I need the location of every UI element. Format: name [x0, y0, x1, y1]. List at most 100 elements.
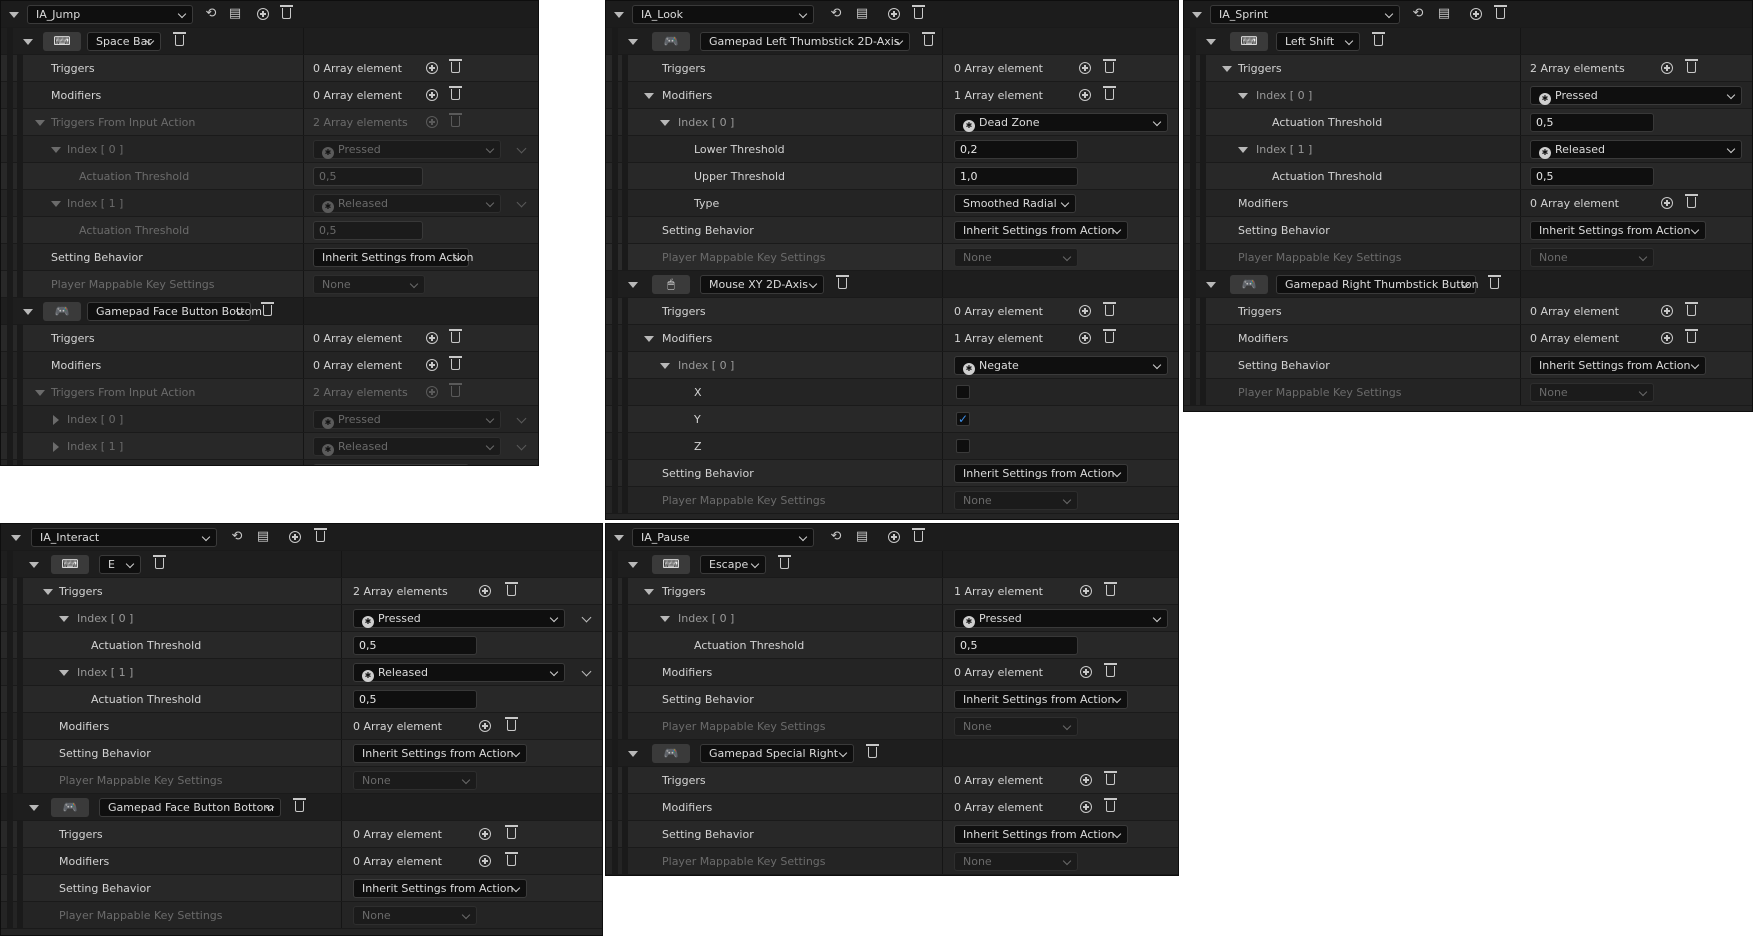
- browse-folder-icon[interactable]: ▤: [854, 529, 870, 545]
- chevron-down-icon[interactable]: [516, 413, 527, 424]
- expand-arrow-icon[interactable]: [35, 390, 45, 396]
- trigger-type-dropdown[interactable]: ✱ Released: [353, 663, 565, 682]
- browse-folder-icon[interactable]: ▤: [1436, 6, 1452, 22]
- delete-icon[interactable]: [293, 798, 306, 812]
- actuation-threshold-field[interactable]: 0,5: [1530, 113, 1654, 132]
- add-element-icon[interactable]: [1661, 332, 1673, 344]
- trigger-type-dropdown[interactable]: ✱ Released: [313, 194, 501, 213]
- delete-icon[interactable]: [912, 528, 925, 542]
- player-mappable-dropdown[interactable]: None: [954, 491, 1078, 510]
- lower-threshold-field[interactable]: 0,2: [954, 140, 1078, 159]
- setting-behavior-dropdown[interactable]: Inherit Settings from Action: [1530, 221, 1706, 240]
- expand-arrow-icon[interactable]: [35, 120, 45, 126]
- add-element-icon[interactable]: [426, 359, 438, 371]
- delete-icon[interactable]: [505, 582, 518, 596]
- input-action-dropdown[interactable]: IA_Jump: [27, 5, 193, 24]
- expand-arrow-icon[interactable]: [614, 535, 624, 541]
- expand-arrow-icon[interactable]: [51, 147, 61, 153]
- keyboard-icon[interactable]: ⌨: [51, 555, 89, 574]
- delete-icon[interactable]: [153, 555, 166, 569]
- add-element-icon[interactable]: [1661, 305, 1673, 317]
- expand-arrow-icon[interactable]: [23, 309, 33, 315]
- expand-arrow-icon[interactable]: [1238, 93, 1248, 99]
- delete-icon[interactable]: [1104, 798, 1117, 812]
- expand-arrow-icon[interactable]: [53, 415, 59, 425]
- expand-arrow-icon[interactable]: [53, 442, 59, 452]
- keyboard-icon[interactable]: ⌨: [1230, 32, 1268, 51]
- browse-back-icon[interactable]: ⟲: [203, 6, 219, 22]
- expand-arrow-icon[interactable]: [1222, 66, 1232, 72]
- setting-behavior-dropdown[interactable]: Inherit Settings from Action: [313, 248, 474, 267]
- expand-arrow-icon[interactable]: [43, 589, 53, 595]
- chevron-down-icon[interactable]: [516, 197, 527, 208]
- expand-arrow-icon[interactable]: [29, 805, 39, 811]
- y-checkbox[interactable]: ✓: [956, 412, 970, 426]
- modifier-type-dropdown[interactable]: ✱ Negate: [954, 356, 1168, 375]
- key-selector[interactable]: Left Shift: [1276, 32, 1360, 51]
- trigger-type-dropdown[interactable]: ✱ Pressed: [954, 609, 1168, 628]
- expand-arrow-icon[interactable]: [628, 39, 638, 45]
- key-selector[interactable]: E: [99, 555, 141, 574]
- delete-icon[interactable]: [449, 329, 462, 343]
- actuation-threshold-field[interactable]: 0,5: [353, 690, 477, 709]
- gamepad-icon[interactable]: 🎮: [1230, 275, 1268, 294]
- expand-arrow-icon[interactable]: [660, 616, 670, 622]
- key-selector[interactable]: Gamepad Face Button Bottom: [87, 302, 262, 321]
- delete-icon[interactable]: [280, 5, 293, 19]
- x-checkbox[interactable]: [956, 385, 970, 399]
- upper-threshold-field[interactable]: 1,0: [954, 167, 1078, 186]
- expand-arrow-icon[interactable]: [59, 616, 69, 622]
- chevron-down-icon[interactable]: [516, 440, 527, 451]
- delete-icon[interactable]: [1372, 32, 1385, 46]
- key-selector[interactable]: Escape: [700, 555, 766, 574]
- player-mappable-dropdown[interactable]: None: [1530, 248, 1654, 267]
- trigger-type-dropdown[interactable]: ✱ Pressed: [353, 609, 565, 628]
- gamepad-icon[interactable]: 🎮: [652, 32, 690, 51]
- setting-behavior-dropdown[interactable]: Inherit Settings from Action: [954, 221, 1128, 240]
- player-mappable-dropdown[interactable]: None: [954, 852, 1078, 871]
- expand-arrow-icon[interactable]: [660, 363, 670, 369]
- delete-icon[interactable]: [314, 528, 327, 542]
- delete-icon[interactable]: [1103, 86, 1116, 100]
- browse-back-icon[interactable]: ⟲: [828, 529, 844, 545]
- input-action-dropdown[interactable]: IA_Look: [632, 5, 814, 24]
- expand-arrow-icon[interactable]: [660, 120, 670, 126]
- expand-arrow-icon[interactable]: [9, 12, 19, 18]
- setting-behavior-dropdown[interactable]: Inherit Settings from Action: [1530, 356, 1706, 375]
- chevron-down-icon[interactable]: [516, 143, 527, 154]
- add-element-icon[interactable]: [1080, 666, 1092, 678]
- add-element-icon[interactable]: [426, 89, 438, 101]
- expand-arrow-icon[interactable]: [59, 670, 69, 676]
- add-element-icon[interactable]: [1661, 197, 1673, 209]
- trigger-type-dropdown[interactable]: ✱ Pressed: [1530, 86, 1742, 105]
- add-element-icon[interactable]: [479, 828, 491, 840]
- browse-folder-icon[interactable]: ▤: [854, 6, 870, 22]
- delete-icon[interactable]: [449, 86, 462, 100]
- trigger-type-dropdown[interactable]: ✱ Released: [1530, 140, 1742, 159]
- delete-icon[interactable]: [922, 32, 935, 46]
- key-selector[interactable]: Space Bar: [87, 32, 161, 51]
- add-element-icon[interactable]: [1080, 774, 1092, 786]
- setting-behavior-dropdown[interactable]: Inherit Settings from Action: [954, 825, 1128, 844]
- gamepad-icon[interactable]: 🎮: [43, 302, 81, 321]
- add-element-icon[interactable]: [1080, 801, 1092, 813]
- delete-icon[interactable]: [1685, 194, 1698, 208]
- delete-icon[interactable]: [173, 32, 186, 46]
- add-icon[interactable]: [888, 8, 900, 20]
- player-mappable-dropdown[interactable]: None: [954, 248, 1078, 267]
- add-element-icon[interactable]: [1079, 89, 1091, 101]
- delete-icon[interactable]: [1685, 329, 1698, 343]
- key-selector[interactable]: Gamepad Special Right: [700, 744, 854, 763]
- delete-icon[interactable]: [505, 717, 518, 731]
- add-element-icon[interactable]: [426, 62, 438, 74]
- expand-arrow-icon[interactable]: [644, 336, 654, 342]
- player-mappable-dropdown[interactable]: None: [353, 771, 477, 790]
- player-mappable-dropdown[interactable]: None: [353, 906, 477, 925]
- delete-icon[interactable]: [1104, 771, 1117, 785]
- expand-arrow-icon[interactable]: [1238, 147, 1248, 153]
- setting-behavior-dropdown[interactable]: Inherit Settings from Action: [353, 744, 527, 763]
- player-mappable-dropdown[interactable]: None: [954, 717, 1078, 736]
- expand-arrow-icon[interactable]: [1192, 12, 1202, 18]
- chevron-down-icon[interactable]: [581, 612, 592, 623]
- delete-icon[interactable]: [505, 852, 518, 866]
